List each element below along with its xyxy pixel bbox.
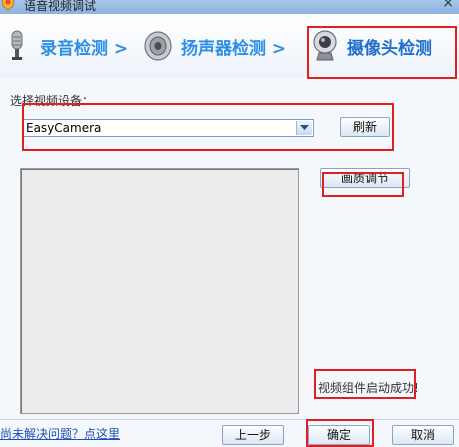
- camera-preview: [20, 168, 299, 414]
- refresh-button[interactable]: 刷新: [340, 117, 390, 137]
- chevron-down-icon[interactable]: [296, 121, 312, 135]
- step-mic-test[interactable]: 录音检测 >: [40, 34, 128, 59]
- title-bar: 语音视频调试 ×: [0, 0, 459, 14]
- microphone-icon: [9, 30, 25, 65]
- status-text: 视频组件启动成功!: [318, 381, 419, 395]
- footer-divider: [0, 419, 459, 420]
- quality-adjust-button[interactable]: 画质调节: [320, 168, 410, 188]
- confirm-button[interactable]: 确定: [308, 425, 370, 445]
- webcam-icon: [312, 30, 338, 65]
- step-camera-test[interactable]: 摄像头检测: [347, 34, 432, 59]
- video-device-select[interactable]: EasyCamera: [22, 119, 314, 137]
- step-header: 录音检测 > 扬声器检测 > 摄像头检测: [0, 14, 459, 78]
- close-icon[interactable]: ×: [442, 0, 454, 11]
- device-select-label: 选择视频设备：: [10, 94, 95, 108]
- previous-step-button[interactable]: 上一步: [222, 425, 284, 445]
- cancel-button[interactable]: 取消: [392, 425, 454, 445]
- device-select-value: EasyCamera: [26, 121, 102, 135]
- speaker-icon: [143, 30, 173, 65]
- step-speaker-test[interactable]: 扬声器检测 >: [181, 34, 286, 59]
- app-shield-icon: [0, 0, 16, 11]
- window-title: 语音视频调试: [24, 0, 97, 13]
- help-link[interactable]: 尚未解决问题？点这里: [0, 425, 120, 442]
